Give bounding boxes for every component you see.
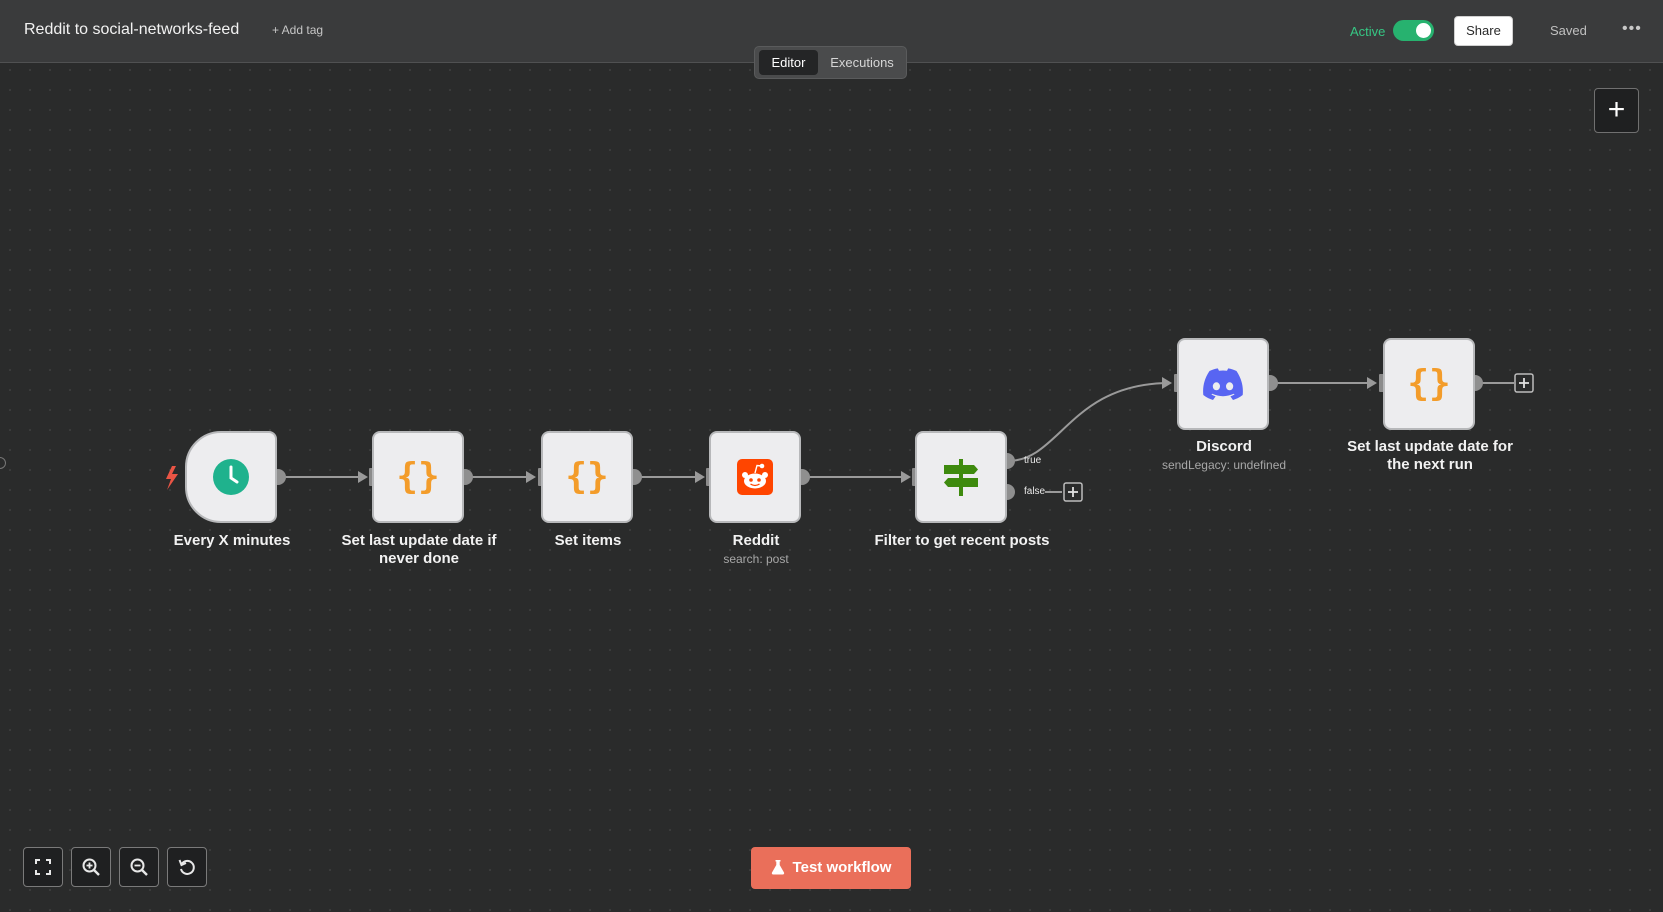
curly-braces-icon: {}	[1407, 363, 1451, 404]
node-label-every-x-minutes: Every X minutes	[173, 532, 291, 549]
curly-braces-icon: {}	[396, 456, 440, 497]
node-set-last-update-date-if-never-done[interactable]: {}	[372, 431, 464, 523]
flask-icon	[771, 859, 784, 875]
node-label-set-items: Set items	[554, 532, 622, 549]
node-label-set-last-update-date-for-the-next-run: Set last update date for the next run	[1347, 438, 1513, 473]
zoom-in-button[interactable]	[71, 847, 111, 887]
reset-zoom-icon	[178, 859, 195, 875]
plus-box-end[interactable]	[1514, 373, 1534, 393]
node-subtitle-discord: sendLegacy: undefined	[1161, 458, 1287, 472]
node-reddit[interactable]	[709, 431, 801, 523]
zoom-to-fit-button[interactable]	[23, 847, 63, 887]
curly-braces-icon: {}	[565, 456, 609, 497]
port-label-true: true	[1024, 455, 1042, 466]
reddit-icon	[737, 459, 773, 495]
signpost-icon	[944, 459, 978, 496]
node-every-x-minutes[interactable]	[185, 431, 277, 523]
reset-zoom-button[interactable]	[167, 847, 207, 887]
node-label-reddit: Reddit	[732, 532, 780, 549]
node-subtitle-reddit: search: post	[723, 552, 789, 566]
node-label-filter-to-get-recent-posts: Filter to get recent posts	[874, 532, 1050, 549]
trigger-bolt-icon	[166, 466, 178, 490]
test-workflow-label: Test workflow	[792, 859, 892, 876]
zoom-out-icon	[130, 858, 148, 876]
node-set-items[interactable]: {}	[541, 431, 633, 523]
clock-icon	[213, 459, 249, 495]
node-label-set-last-update-date-if-never-done: Set last update date if never done	[341, 532, 497, 567]
zoom-in-icon	[82, 858, 100, 876]
node-set-last-update-date-for-the-next-run[interactable]: {}	[1383, 338, 1475, 430]
port-label-false: false	[1024, 486, 1046, 497]
node-label-discord: Discord	[1196, 438, 1252, 455]
discord-icon	[1203, 368, 1243, 400]
node-filter-to-get-recent-posts[interactable]	[915, 431, 1007, 523]
plus-box-false[interactable]	[1063, 482, 1083, 502]
test-workflow-button[interactable]: Test workflow	[751, 847, 911, 889]
zoom-out-button[interactable]	[119, 847, 159, 887]
zoom-to-fit-icon	[35, 859, 51, 875]
node-discord[interactable]	[1177, 338, 1269, 430]
